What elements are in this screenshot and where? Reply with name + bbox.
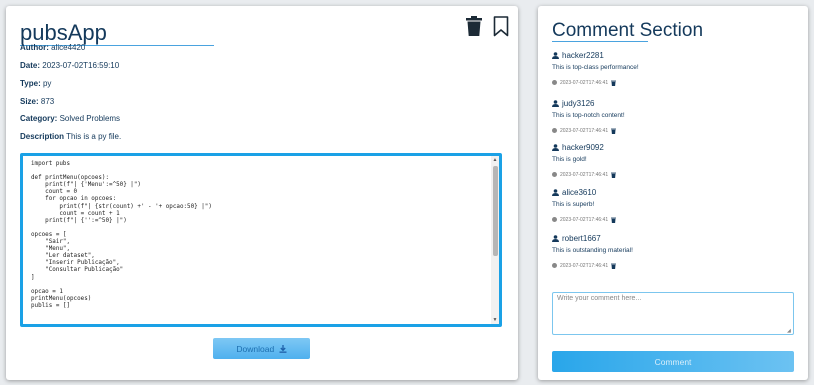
user-icon <box>552 99 559 107</box>
comment-meta: 2023-07-02T17:46:41 <box>552 262 792 269</box>
comment-username: alice3610 <box>562 187 597 197</box>
comment-section-card: Comment Section hacker2281 This is top-cl… <box>538 6 808 380</box>
comment-text: This is gold! <box>552 156 587 163</box>
comment-user[interactable]: alice3610 <box>552 187 792 197</box>
author-value: alice4420 <box>51 43 86 52</box>
author-label: Author: <box>20 43 49 52</box>
file-card: pubsApp Author: alice4420 Date: 2023-07-… <box>6 6 518 380</box>
comment-item: hacker2281 This is top-class performance!… <box>552 50 792 86</box>
user-icon <box>552 143 559 151</box>
comment-meta: 2023-07-02T17:46:41 <box>552 171 792 178</box>
date-line: Date: 2023-07-02T16:59:10 <box>20 61 119 70</box>
comment-text: This is superb! <box>552 201 595 208</box>
comment-section-title: Comment Section <box>552 20 704 41</box>
category-label: Category: <box>20 114 58 123</box>
comment-text: This is outstanding material! <box>552 247 633 254</box>
description-line: Description This is a py file. <box>20 132 121 141</box>
trash-icon[interactable] <box>466 16 482 36</box>
scroll-down-arrow-icon[interactable]: ▼ <box>492 317 498 323</box>
trash-icon[interactable] <box>611 217 617 223</box>
size-label: Size: <box>20 97 39 106</box>
code-content[interactable]: import pubs def printMenu(opcoes): print… <box>23 156 499 324</box>
date-label: Date: <box>20 61 41 70</box>
comment-input[interactable] <box>552 292 794 335</box>
comment-meta: 2023-07-02T17:46:41 <box>552 79 792 86</box>
download-icon <box>279 344 287 353</box>
description-label: Description <box>20 132 65 141</box>
scroll-up-arrow-icon[interactable]: ▲ <box>492 157 498 163</box>
author-line: Author: alice4420 <box>20 43 85 52</box>
description-value: This is a py file. <box>66 132 122 141</box>
code-viewer[interactable]: import pubs def printMenu(opcoes): print… <box>20 153 502 327</box>
date-value: 2023-07-02T16:59:10 <box>42 61 120 70</box>
clock-icon <box>552 263 557 268</box>
category-line: Category: Solved Problems <box>20 114 120 123</box>
comment-user[interactable]: robert1667 <box>552 233 792 243</box>
comment-item: alice3610 This is superb! 2023-07-02T17:46… <box>552 187 792 223</box>
code-scrollbar[interactable]: ▲ ▼ <box>491 156 499 324</box>
comment-item: hacker9092 This is gold! 2023-07-02T17:46:… <box>552 142 792 178</box>
clock-icon <box>552 128 557 133</box>
comment-text: This is top-class performance! <box>552 64 639 71</box>
comment-user[interactable]: hacker2281 <box>552 50 792 60</box>
user-icon <box>552 51 559 59</box>
download-button[interactable]: Download <box>213 338 310 359</box>
clock-icon <box>552 80 557 85</box>
size-value: 873 <box>40 97 55 106</box>
clock-icon <box>552 217 557 222</box>
comment-timestamp: 2023-07-02T17:46:41 <box>560 216 609 223</box>
user-icon <box>552 188 559 196</box>
comment-text: This is top-notch content! <box>552 112 625 119</box>
comment-item: robert1667 This is outstanding material! 2… <box>552 233 792 269</box>
comment-timestamp: 2023-07-02T17:46:41 <box>560 171 609 178</box>
category-value: Solved Problems <box>59 114 121 123</box>
scroll-thumb[interactable] <box>493 166 498 256</box>
comment-title-underline <box>552 41 648 42</box>
bookmark-icon[interactable] <box>493 16 509 37</box>
comment-user[interactable]: judy3126 <box>552 98 792 108</box>
resize-grip-icon[interactable]: ◢ <box>787 328 791 334</box>
comment-user[interactable]: hacker9092 <box>552 142 792 152</box>
user-icon <box>552 234 559 242</box>
comment-meta: 2023-07-02T17:46:41 <box>552 127 792 134</box>
comment-timestamp: 2023-07-02T17:46:41 <box>560 262 609 269</box>
comment-username: judy3126 <box>562 98 595 108</box>
download-label: Download <box>236 343 275 354</box>
comment-submit-button[interactable]: Comment <box>552 351 794 372</box>
comment-timestamp: 2023-07-02T17:46:41 <box>560 79 609 86</box>
type-line: Type: py <box>20 79 51 88</box>
trash-icon[interactable] <box>611 172 617 178</box>
type-value: py <box>42 79 52 88</box>
clock-icon <box>552 172 557 177</box>
comment-meta: 2023-07-02T17:46:41 <box>552 216 792 223</box>
comment-username: hacker2281 <box>562 50 604 60</box>
comment-timestamp: 2023-07-02T17:46:41 <box>560 127 609 134</box>
trash-icon[interactable] <box>611 80 617 86</box>
trash-icon[interactable] <box>611 263 617 269</box>
size-line: Size: 873 <box>20 97 54 106</box>
comment-username: robert1667 <box>562 233 601 243</box>
comment-username: hacker9092 <box>562 142 604 152</box>
type-label: Type: <box>20 79 41 88</box>
comment-item: judy3126 This is top-notch content! 2023-0… <box>552 98 792 134</box>
trash-icon[interactable] <box>611 128 617 134</box>
